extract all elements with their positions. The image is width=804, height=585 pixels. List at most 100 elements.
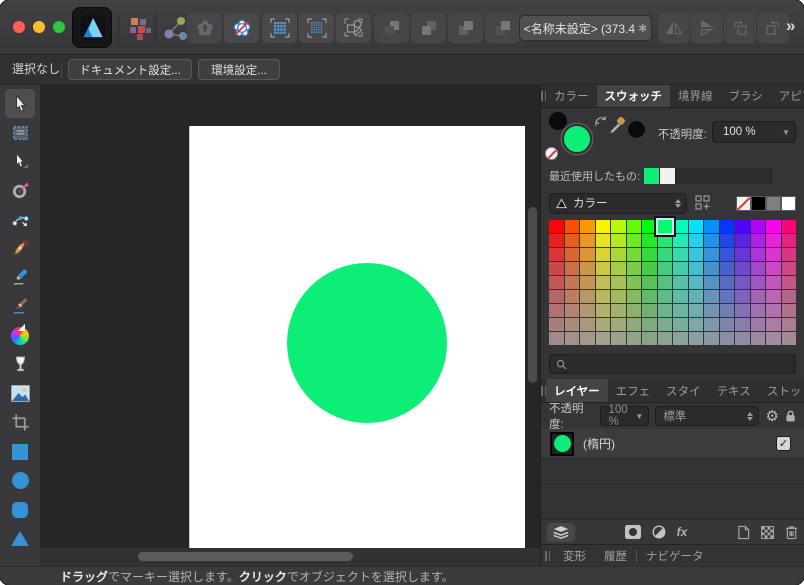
close-window-button[interactable] — [13, 21, 25, 33]
point-transform-tool[interactable] — [5, 176, 35, 205]
palette-swatch[interactable] — [611, 234, 626, 247]
gear-icon[interactable]: ⚙ — [765, 409, 778, 424]
mask-layer-icon[interactable] — [625, 525, 641, 539]
palette-swatch[interactable] — [658, 332, 673, 345]
tab-brushes[interactable]: ブラシ — [721, 85, 771, 107]
palette-swatch[interactable] — [689, 276, 704, 289]
palette-swatch[interactable] — [782, 234, 797, 247]
palette-swatch[interactable] — [549, 276, 564, 289]
flip-horizontal-button[interactable] — [658, 13, 690, 43]
vertical-scrollbar-thumb[interactable] — [528, 207, 537, 383]
palette-swatch[interactable] — [751, 318, 766, 331]
pixel-grid-button[interactable] — [299, 13, 334, 43]
palette-swatch[interactable] — [658, 290, 673, 303]
palette-swatch[interactable] — [580, 290, 595, 303]
palette-swatch[interactable] — [580, 332, 595, 345]
tab-color[interactable]: カラー — [546, 85, 597, 107]
palette-swatch[interactable] — [720, 318, 735, 331]
rotate-ccw-button[interactable] — [724, 13, 756, 43]
palette-swatch[interactable] — [704, 332, 719, 345]
tab-text[interactable]: テキス — [709, 379, 759, 402]
palette-swatch[interactable] — [782, 276, 797, 289]
tab-layers[interactable]: レイヤー — [546, 379, 608, 402]
palette-swatch[interactable] — [704, 234, 719, 247]
palette-swatch[interactable] — [704, 290, 719, 303]
scope-bar-layers-button[interactable] — [547, 523, 575, 542]
palette-swatch[interactable] — [673, 276, 688, 289]
quick-swatch[interactable] — [766, 196, 781, 211]
minimize-window-button[interactable] — [33, 21, 45, 33]
palette-swatch[interactable] — [766, 318, 781, 331]
blend-mode-dropdown[interactable]: 標準 — [655, 406, 759, 426]
palette-swatch[interactable] — [766, 290, 781, 303]
no-color-chip[interactable] — [545, 147, 558, 160]
palette-swatch[interactable] — [689, 318, 704, 331]
palette-swatch[interactable] — [611, 318, 626, 331]
palette-swatch[interactable] — [642, 290, 657, 303]
palette-swatch[interactable] — [658, 234, 673, 247]
palette-swatch[interactable] — [735, 220, 750, 233]
search-input[interactable] — [571, 357, 795, 371]
palette-swatch[interactable] — [720, 234, 735, 247]
palette-swatch[interactable] — [766, 248, 781, 261]
palette-swatch[interactable] — [596, 234, 611, 247]
new-layer-icon[interactable] — [737, 525, 750, 540]
palette-swatch[interactable] — [642, 262, 657, 275]
toolbar-overflow-chevron[interactable]: » — [786, 16, 795, 36]
palette-swatch[interactable] — [611, 248, 626, 261]
palette-swatch[interactable] — [751, 276, 766, 289]
palette-swatch[interactable] — [642, 304, 657, 317]
delete-layer-trash-icon[interactable] — [785, 525, 798, 540]
picked-color-chip[interactable] — [627, 120, 646, 139]
palette-swatch[interactable] — [704, 304, 719, 317]
tab-stroke[interactable]: 境界線 — [670, 85, 721, 107]
palette-swatch[interactable] — [735, 304, 750, 317]
no-color-swatch[interactable] — [736, 196, 751, 211]
palette-swatch[interactable] — [735, 332, 750, 345]
palette-swatch[interactable] — [658, 318, 673, 331]
canvas-area[interactable] — [40, 85, 540, 566]
tab-history[interactable]: 履歴 — [595, 548, 636, 564]
recent-swatch[interactable] — [644, 168, 660, 184]
recent-swatch[interactable] — [660, 168, 676, 184]
rectangle-tool[interactable] — [5, 437, 35, 466]
palette-swatch[interactable] — [658, 220, 673, 233]
palette-swatch[interactable] — [673, 248, 688, 261]
palette-swatch[interactable] — [720, 304, 735, 317]
document-settings-button[interactable]: ドキュメント設定... — [68, 59, 192, 80]
flip-vertical-button[interactable] — [691, 13, 723, 43]
palette-swatch[interactable] — [689, 248, 704, 261]
palette-swatch[interactable] — [735, 248, 750, 261]
palette-swatch[interactable] — [549, 318, 564, 331]
corner-tool[interactable] — [5, 205, 35, 234]
snap-presets-button[interactable] — [187, 13, 222, 43]
layer-effects-fx-icon[interactable]: fx — [677, 525, 688, 539]
palette-swatch[interactable] — [627, 220, 642, 233]
opacity-dropdown[interactable]: 100 % ▼ — [712, 121, 796, 143]
palette-swatch[interactable] — [627, 318, 642, 331]
palette-swatch[interactable] — [627, 332, 642, 345]
palette-swatch[interactable] — [611, 304, 626, 317]
palette-swatch[interactable] — [782, 318, 797, 331]
palette-swatch[interactable] — [689, 234, 704, 247]
palette-swatch[interactable] — [611, 290, 626, 303]
palette-swatch[interactable] — [782, 248, 797, 261]
palette-swatch[interactable] — [673, 262, 688, 275]
palette-swatch[interactable] — [580, 262, 595, 275]
stroke-color-well[interactable] — [549, 112, 567, 130]
palette-swatch[interactable] — [549, 220, 564, 233]
rotate-cw-button[interactable] — [757, 13, 789, 43]
palette-swatch[interactable] — [735, 276, 750, 289]
palette-swatch[interactable] — [565, 304, 580, 317]
palette-swatch[interactable] — [735, 234, 750, 247]
toggle-snapping-button[interactable] — [224, 13, 259, 43]
palette-swatch[interactable] — [642, 276, 657, 289]
palette-swatch[interactable] — [580, 304, 595, 317]
layer-opacity-dropdown[interactable]: 100 % ▼ — [600, 406, 649, 426]
palette-swatch[interactable] — [673, 304, 688, 317]
vector-brush-tool[interactable] — [5, 292, 35, 321]
palette-swatch[interactable] — [751, 262, 766, 275]
pencil-tool[interactable] — [5, 263, 35, 292]
pixel-persona-button[interactable] — [123, 13, 155, 43]
palette-swatch[interactable] — [658, 276, 673, 289]
